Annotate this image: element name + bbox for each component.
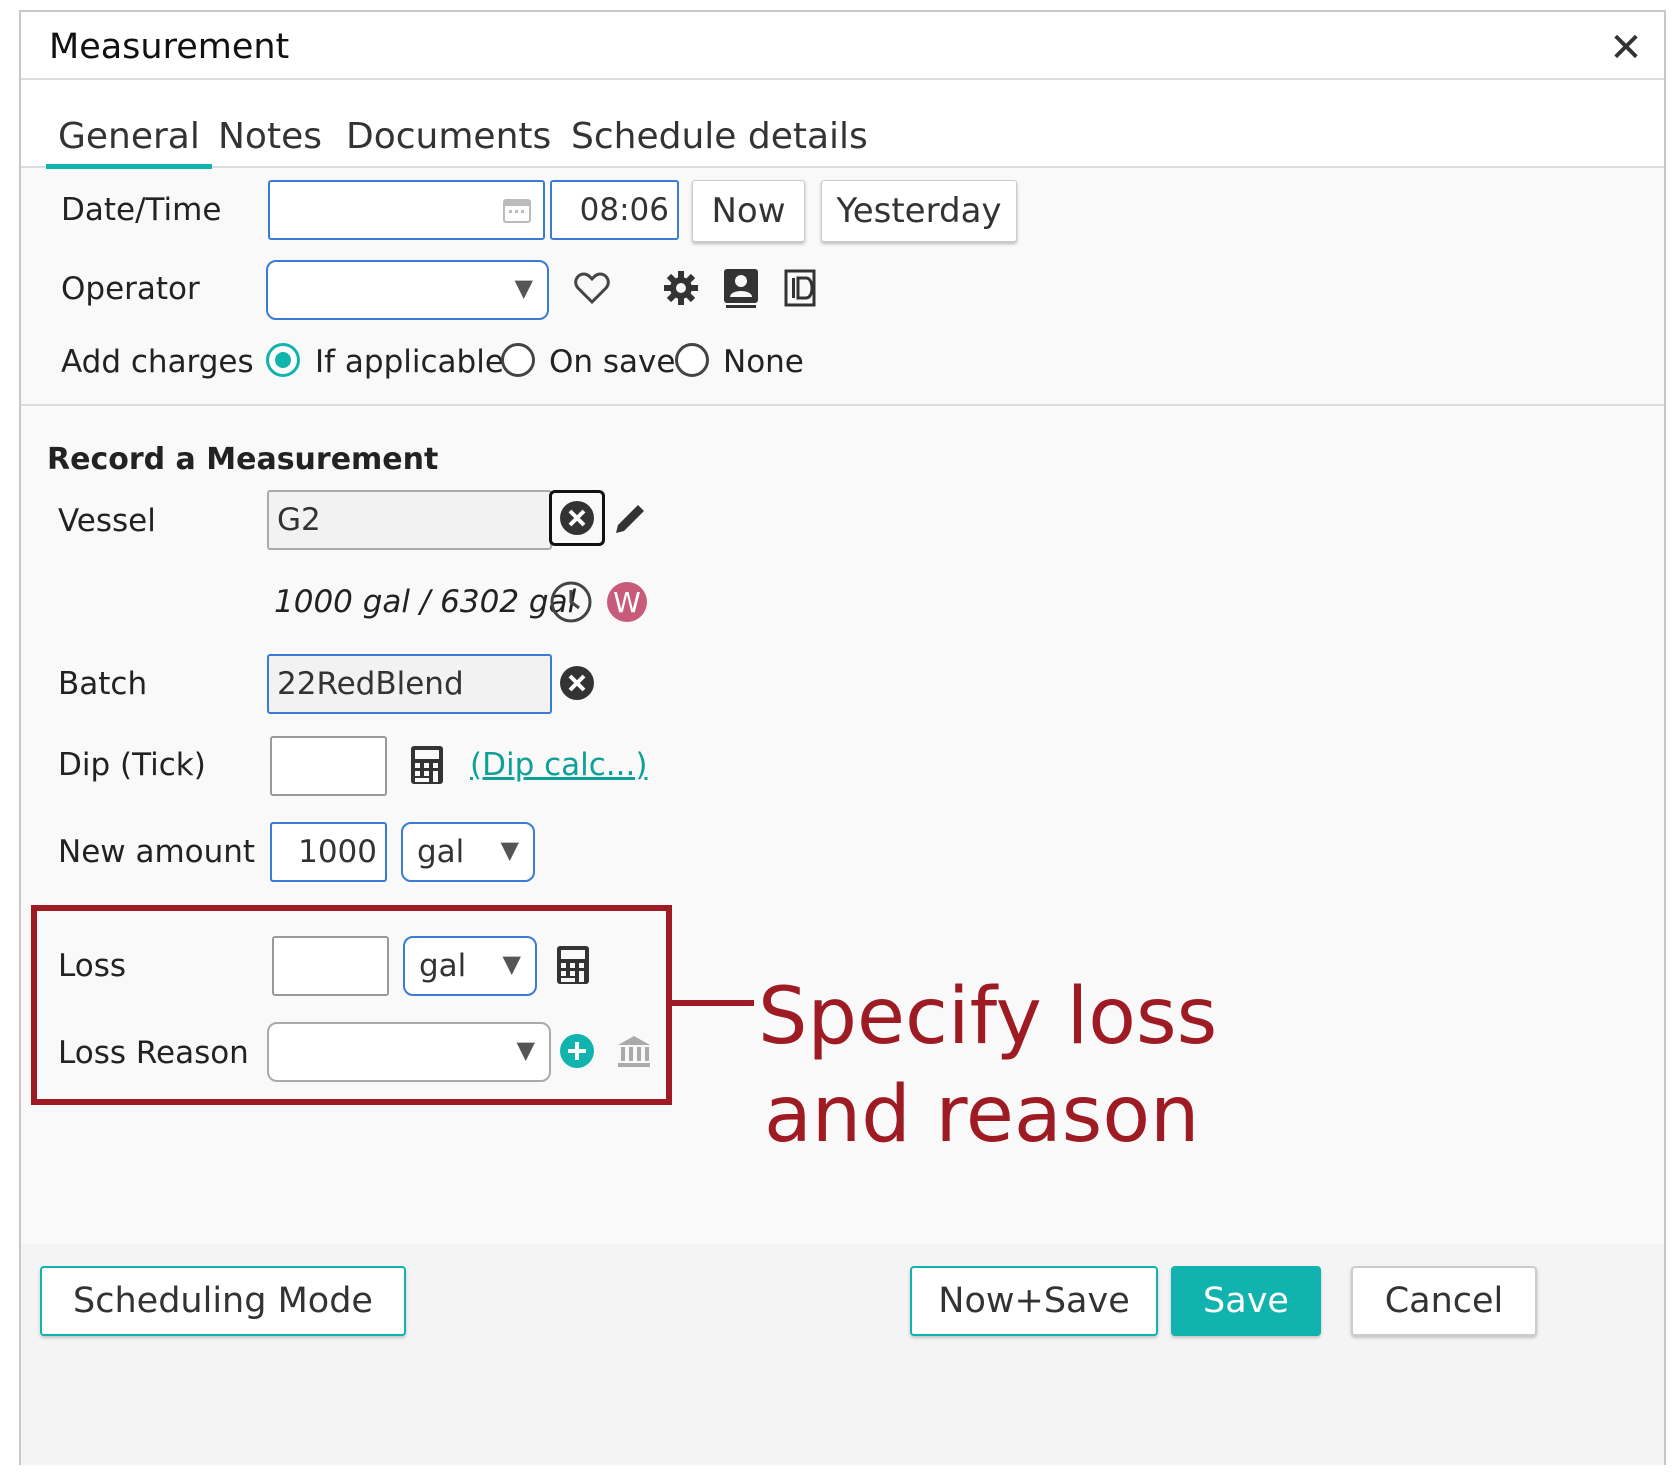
chevron-down-icon: ▼ [500, 836, 519, 864]
new-amount-label: New amount [58, 834, 256, 870]
dip-label: Dip (Tick) [58, 747, 206, 783]
operator-label: Operator [61, 271, 200, 307]
edit-pencil-icon[interactable] [611, 500, 649, 538]
vessel-label: Vessel [58, 503, 156, 539]
batch-label: Batch [58, 666, 148, 702]
tab-schedule-details[interactable]: Schedule details [571, 116, 868, 157]
vessel-capacity: 1000 gal / 6302 gal [274, 584, 577, 620]
datetime-label: Date/Time [61, 192, 222, 228]
radio-none[interactable] [675, 343, 709, 377]
radio-if-applicable[interactable] [266, 343, 300, 377]
gear-icon[interactable] [661, 268, 701, 308]
radio-if-applicable-label: If applicable [315, 344, 504, 380]
vessel-clear-icon[interactable] [549, 490, 605, 546]
add-charges-label: Add charges [61, 344, 254, 380]
dialog-footer: Scheduling Mode Now+Save Save Cancel [21, 1244, 1664, 1465]
document-id-icon[interactable] [783, 267, 823, 309]
new-amount-unit-value: gal [417, 834, 465, 870]
calendar-icon[interactable] [501, 194, 533, 226]
radio-on-save[interactable] [501, 343, 535, 377]
vessel-badge: W [607, 582, 647, 622]
tab-documents[interactable]: Documents [346, 116, 551, 157]
time-input[interactable]: 08:06 [550, 180, 679, 240]
save-button[interactable]: Save [1171, 1266, 1321, 1336]
tabs-bar: General Notes Documents Schedule details [21, 80, 1664, 169]
now-save-button[interactable]: Now+Save [910, 1266, 1158, 1336]
annotation-line-2: and reason [764, 1070, 1200, 1160]
tab-general[interactable]: General [46, 116, 212, 169]
dialog-title: Measurement [49, 27, 290, 67]
batch-clear-icon[interactable] [558, 664, 596, 702]
now-button[interactable]: Now [692, 180, 805, 242]
new-amount-unit-select[interactable]: gal ▼ [401, 822, 535, 882]
calculator-icon[interactable] [409, 744, 445, 786]
scheduling-mode-button[interactable]: Scheduling Mode [40, 1266, 406, 1336]
clock-icon[interactable] [549, 580, 593, 624]
annotation-box [31, 905, 672, 1105]
dip-calc-link[interactable]: (Dip calc...) [470, 747, 647, 783]
yesterday-button[interactable]: Yesterday [821, 180, 1017, 242]
vessel-input[interactable]: G2 [267, 490, 552, 550]
measurement-dialog: Measurement ✕ General Notes Documents Sc… [19, 10, 1666, 1465]
record-heading: Record a Measurement [47, 442, 439, 477]
batch-input[interactable]: 22RedBlend [267, 654, 552, 714]
annotation-line-1: Specify loss [758, 972, 1218, 1062]
heart-icon[interactable] [573, 269, 611, 307]
new-amount-input[interactable]: 1000 [270, 822, 387, 882]
date-input[interactable] [268, 180, 545, 240]
operator-select[interactable]: ▼ [266, 260, 549, 320]
section-divider [21, 404, 1664, 406]
annotation-connector [672, 1000, 754, 1006]
contact-card-icon[interactable] [721, 266, 761, 310]
radio-none-label: None [723, 344, 804, 380]
close-icon[interactable]: ✕ [1608, 28, 1644, 68]
dialog-titlebar: Measurement ✕ [21, 12, 1664, 80]
cancel-button[interactable]: Cancel [1351, 1266, 1537, 1336]
radio-on-save-label: On save [549, 344, 676, 380]
dip-input[interactable] [270, 736, 387, 796]
annotation-text: Specify loss and reason [758, 968, 1318, 1164]
tab-notes[interactable]: Notes [218, 116, 322, 157]
chevron-down-icon: ▼ [514, 274, 533, 302]
